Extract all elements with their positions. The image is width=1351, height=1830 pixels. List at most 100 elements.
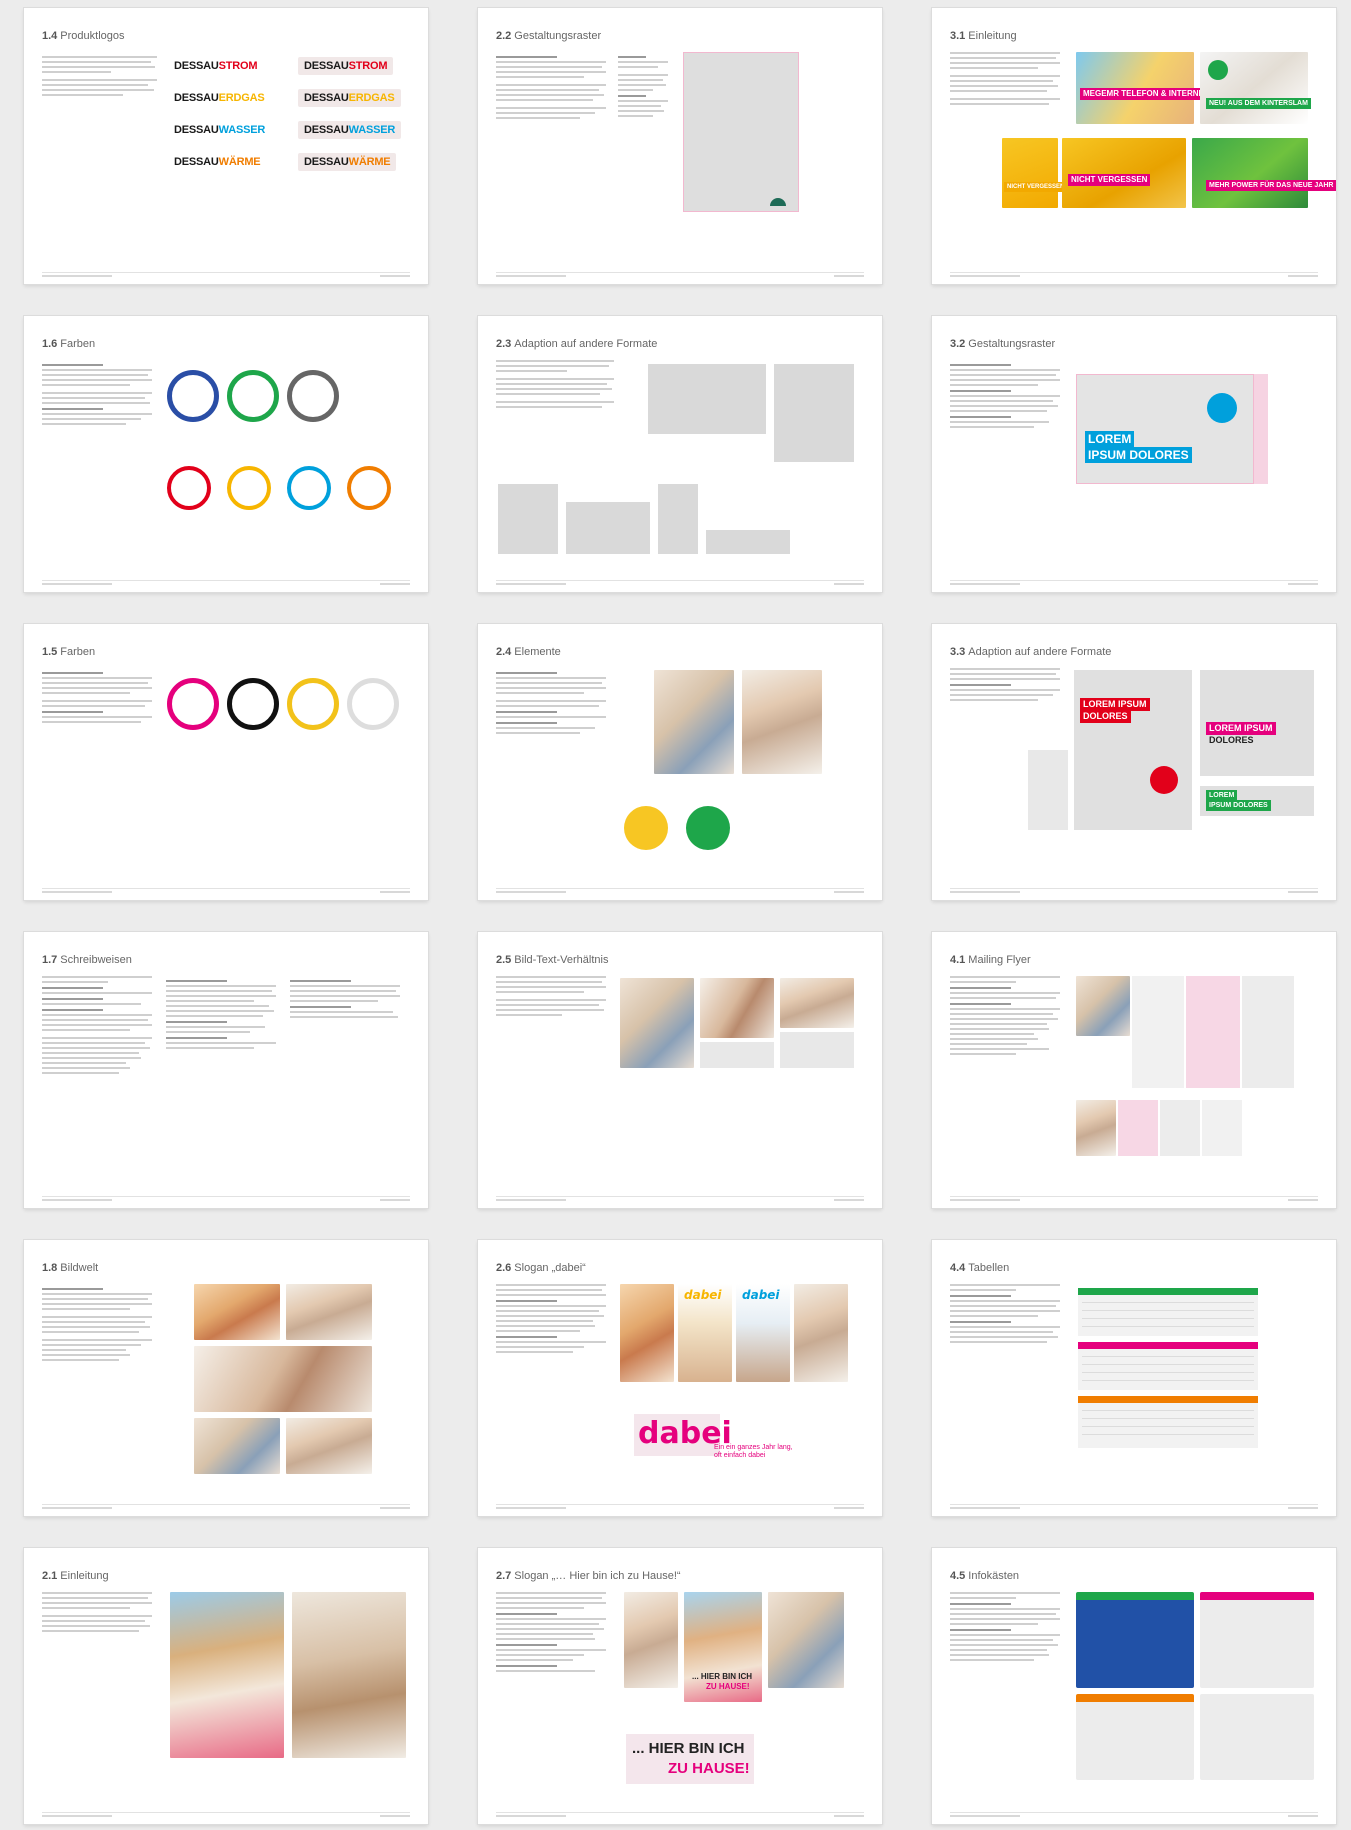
color-swatch-yellow (227, 466, 271, 510)
page-schreibweisen[interactable]: 1.7 Schreibweisen (24, 932, 428, 1208)
format-landscape (648, 364, 766, 434)
page-footer (950, 1196, 1318, 1201)
page-title: 2.4 Elemente (496, 646, 561, 658)
logo-waerme-alt: DESSAUWÄRME (298, 153, 397, 171)
intro-photo-2 (292, 1592, 406, 1758)
slogan-ad-4 (794, 1284, 848, 1382)
color-swatch-silver (347, 678, 399, 730)
lorem-line: DOLORES (1209, 735, 1254, 745)
page-footer (42, 888, 410, 893)
ad-headline: MEGEMR TELEFON & INTERNET (1080, 88, 1212, 100)
page-title: 4.1 Mailing Flyer (950, 954, 1031, 966)
page-farben-1-6[interactable]: 1.6 Farben (24, 316, 428, 592)
table-green (1078, 1288, 1258, 1336)
page-title: 2.5 Bild-Text-Verhältnis (496, 954, 609, 966)
page-bild-text[interactable]: 2.5 Bild-Text-Verhältnis (478, 932, 882, 1208)
mood-photo-5 (286, 1418, 372, 1474)
margin-strip (1254, 374, 1268, 484)
page-title: 3.3 Adaption auf andere Formate (950, 646, 1112, 658)
page-gestaltungsraster-a[interactable]: 2.2 Gestaltungsraster (478, 8, 882, 284)
hier-ad-2: ... HIER BIN ICH ZU HAUSE! (684, 1592, 762, 1702)
layout-preview: LOREM IPSUM DOLORES (1076, 374, 1254, 484)
format-banner: LOREM IPSUM DOLORES (1200, 786, 1314, 816)
intro-photo-1 (170, 1592, 284, 1758)
logo-erdgas-alt: DESSAUERDGAS (298, 89, 401, 107)
logo-wasser-alt: DESSAUWASSER (298, 121, 402, 139)
body-text (950, 360, 1060, 431)
page-title: 1.6 Farben (42, 338, 96, 350)
flyer-back (1076, 1100, 1116, 1156)
page-title: 3.2 Gestaltungsraster (950, 338, 1056, 350)
lorem-line: DOLORES (1080, 710, 1131, 723)
body-text-col3 (290, 976, 400, 1021)
page-title: 3.1 Einleitung (950, 30, 1017, 42)
ratio-photo-3 (780, 978, 854, 1028)
color-swatch-magenta (167, 678, 219, 730)
page-produktlogos[interactable]: 1.4 Produktlogos DESSAUSTROM DESSAUERDGAS… (24, 8, 428, 284)
logo-strom-alt: DESSAUSTROM (298, 57, 394, 75)
mood-photo-1 (194, 1284, 280, 1340)
body-text (496, 1284, 606, 1356)
lorem-line: IPSUM DOLORES (1206, 800, 1271, 811)
ad-headline: NICHT VERGESSEN (1068, 174, 1151, 186)
page-slogan-dabei[interactable]: 2.6 Slogan „dabei“ dabei dabei dabei Ein … (478, 1240, 882, 1516)
color-swatch-red (167, 466, 211, 510)
page-bildwelt[interactable]: 1.8 Bildwelt (24, 1240, 428, 1516)
format-narrow (1028, 750, 1068, 830)
hier-logo-line-1: ... HIER BIN ICH (632, 1740, 745, 1757)
page-title: 2.3 Adaption auf andere Formate (496, 338, 658, 350)
infobox-plain (1200, 1694, 1314, 1780)
color-swatch-black (227, 678, 279, 730)
table-magenta (1078, 1342, 1258, 1390)
element-photo-2 (742, 670, 822, 774)
flyer-panel (1132, 976, 1184, 1088)
body-text (950, 1284, 1060, 1346)
flyer-cover (1076, 976, 1130, 1036)
page-title: 2.7 Slogan „… Hier bin ich zu Hause!“ (496, 1570, 681, 1582)
page-gestaltungsraster-b[interactable]: 3.2 Gestaltungsraster LOREM IPSUM DOLORES (932, 316, 1336, 592)
page-slogan-hier[interactable]: 2.7 Slogan „… Hier bin ich zu Hause!“ ...… (478, 1548, 882, 1824)
color-swatch-orange (347, 466, 391, 510)
circle-badge (1207, 393, 1237, 423)
logo-wasser: DESSAUWASSER (174, 124, 266, 136)
infobox-gray (1200, 1592, 1314, 1688)
format-small-4 (706, 530, 790, 554)
page-footer (496, 1504, 864, 1509)
page-elemente[interactable]: 2.4 Elemente (478, 624, 882, 900)
page-tabellen[interactable]: 4.4 Tabellen (932, 1240, 1336, 1516)
page-farben-1-5[interactable]: 1.5 Farben (24, 624, 428, 900)
ad-headline: NICHT VERGESSEN (1004, 182, 1068, 192)
hier-line-2: ZU HAUSE! (706, 1682, 750, 1691)
flyer-back-panel (1118, 1100, 1158, 1156)
format-small-1 (498, 484, 558, 554)
slogan-ad-3: dabei (736, 1284, 790, 1382)
ad-nicht-vergessen: NICHT VERGESSEN (1062, 138, 1186, 208)
ad-headline: MEHR POWER FÜR DAS NEUE JAHR (1206, 180, 1336, 191)
body-text (950, 976, 1060, 1058)
page-einleitung-2[interactable]: 2.1 Einleitung (24, 1548, 428, 1824)
color-swatch-gray (287, 370, 339, 422)
mood-photo-2 (286, 1284, 372, 1340)
page-title: 4.4 Tabellen (950, 1262, 1010, 1274)
body-text (496, 668, 606, 737)
ratio-text-area (780, 1032, 854, 1068)
infobox-orange (1076, 1694, 1194, 1780)
page-footer (496, 1812, 864, 1817)
page-adaption-2-3[interactable]: 2.3 Adaption auf andere Formate (478, 316, 882, 592)
page-adaption-3-3[interactable]: 3.3 Adaption auf andere Formate LOREM IPS… (932, 624, 1336, 900)
page-grid: 1.4 Produktlogos DESSAUSTROM DESSAUERDGAS… (24, 8, 1336, 1824)
body-text (42, 668, 152, 726)
page-footer (42, 1504, 410, 1509)
side-notes (618, 52, 668, 120)
ad-kintersland: NEU! AUS DEM KINTERSLAM (1200, 52, 1311, 124)
slogan-word: dabei (742, 1288, 780, 1302)
page-footer (496, 580, 864, 585)
page-einleitung-3[interactable]: 3.1 Einleitung MEGEMR TELEFON & INTERNET … (932, 8, 1336, 284)
format-portrait (774, 364, 854, 462)
page-infokaesten[interactable]: 4.5 Infokästen (932, 1548, 1336, 1824)
format-portrait: LOREM IPSUM DOLORES (1074, 670, 1192, 830)
flyer-back-panel (1160, 1100, 1200, 1156)
page-mailing-flyer[interactable]: 4.1 Mailing Flyer (932, 932, 1336, 1208)
format-square: LOREM IPSUM DOLORES (1200, 670, 1314, 776)
logo-waerme: DESSAUWÄRME (174, 156, 261, 168)
